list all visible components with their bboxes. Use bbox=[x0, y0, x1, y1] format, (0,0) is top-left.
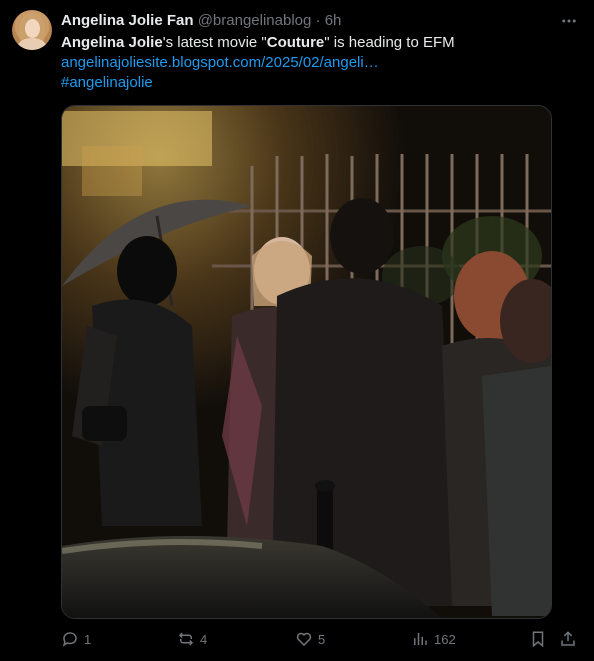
like-button[interactable]: 5 bbox=[295, 628, 325, 650]
retweet-button[interactable]: 4 bbox=[177, 628, 207, 650]
share-button[interactable] bbox=[559, 628, 577, 650]
tweet-text: Angelina Jolie's latest movie "Couture" … bbox=[61, 33, 571, 93]
retweet-count: 4 bbox=[200, 631, 208, 647]
separator-dot: · bbox=[315, 12, 321, 29]
tweet-hashtag[interactable]: #angelinajolie bbox=[61, 73, 571, 93]
reply-icon bbox=[62, 632, 77, 647]
like-icon bbox=[296, 632, 312, 647]
bookmark-button[interactable] bbox=[529, 628, 547, 650]
more-icon[interactable] bbox=[560, 12, 578, 30]
views-icon bbox=[414, 633, 427, 645]
retweet-icon bbox=[178, 632, 194, 646]
author-handle[interactable]: @brangelinablog bbox=[198, 12, 312, 29]
tweet-text-part1: 's latest movie " bbox=[162, 34, 267, 51]
tweet-media-photo[interactable] bbox=[61, 105, 552, 619]
tweet-header: Angelina Jolie Fan @brangelinablog · 6h bbox=[61, 11, 341, 31]
share-icon bbox=[561, 631, 575, 646]
reply-count: 1 bbox=[84, 631, 92, 647]
tweet[interactable]: Angelina Jolie Fan @brangelinablog · 6h … bbox=[0, 0, 594, 661]
timestamp[interactable]: 6h bbox=[325, 12, 342, 29]
tweet-text-bold-name: Angelina Jolie bbox=[61, 34, 163, 51]
tweet-actions: 1 4 5 162 bbox=[61, 628, 581, 650]
reply-button[interactable]: 1 bbox=[61, 628, 91, 650]
bookmark-icon bbox=[532, 631, 544, 648]
views-button[interactable]: 162 bbox=[411, 628, 456, 650]
like-count: 5 bbox=[318, 631, 326, 647]
tweet-link[interactable]: angelinajoliesite.blogspot.com/2025/02/a… bbox=[61, 53, 571, 73]
author-name[interactable]: Angelina Jolie Fan bbox=[61, 12, 194, 29]
views-count: 162 bbox=[434, 631, 456, 647]
tweet-text-bold-title: Couture bbox=[266, 34, 325, 51]
avatar[interactable] bbox=[12, 10, 52, 50]
tweet-text-part2: " is heading to EFM bbox=[324, 34, 455, 51]
